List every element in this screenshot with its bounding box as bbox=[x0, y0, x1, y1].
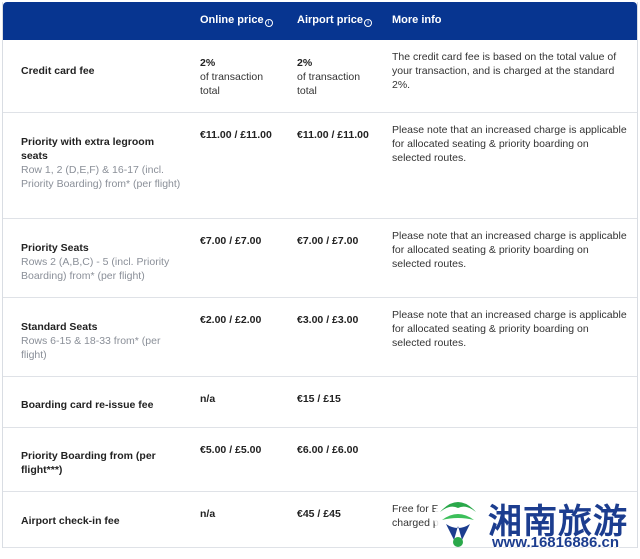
fee-name-cell: Boarding card re-issue fee bbox=[3, 377, 191, 427]
fee-name-cell: Airport check-in fee bbox=[3, 492, 191, 547]
airport-price-cell: €45 / £45 bbox=[287, 492, 382, 547]
header-more-info: More info bbox=[392, 14, 442, 26]
table-row: Standard Seats Rows 6-15 & 18-33 from* (… bbox=[3, 298, 637, 377]
online-price-cell: n/a bbox=[191, 377, 287, 427]
fee-name-cell: Priority with extra legroom seats Row 1,… bbox=[3, 113, 191, 218]
table-row: Priority Seats Rows 2 (A,B,C) - 5 (incl.… bbox=[3, 219, 637, 298]
online-price-cell: n/a bbox=[191, 492, 287, 547]
fee-name: Credit card fee bbox=[21, 65, 95, 77]
watermark: 湘南旅游 www.16816886.cn bbox=[432, 490, 638, 556]
online-price-cell: €2.00 / £2.00 bbox=[191, 298, 287, 376]
fee-name: Standard Seats bbox=[21, 321, 98, 333]
airport-price: €7.00 / £7.00 bbox=[297, 235, 359, 247]
more-info-cell: Please note that an increased charge is … bbox=[382, 298, 637, 376]
info-icon[interactable]: i bbox=[264, 19, 273, 27]
info-icon[interactable]: i bbox=[364, 19, 373, 27]
more-info-text: Please note that an increased charge is … bbox=[392, 309, 627, 349]
airport-price-cell: €6.00 / £6.00 bbox=[287, 428, 382, 491]
fee-name: Priority with extra legroom seats bbox=[21, 136, 155, 162]
airport-price: €45 / £45 bbox=[297, 508, 341, 520]
fees-table: Online price i Airport price i More info… bbox=[2, 2, 638, 548]
fee-name: Priority Seats bbox=[21, 242, 89, 254]
fee-name-cell: Priority Seats Rows 2 (A,B,C) - 5 (incl.… bbox=[3, 219, 191, 297]
online-price: n/a bbox=[200, 393, 216, 405]
table-header: Online price i Airport price i More info bbox=[3, 2, 637, 40]
airport-price: €6.00 / £6.00 bbox=[297, 444, 359, 456]
online-price: €11.00 / £11.00 bbox=[200, 129, 272, 141]
airport-price: €3.00 / £3.00 bbox=[297, 314, 359, 326]
airport-price-cell: €3.00 / £3.00 bbox=[287, 298, 382, 376]
airport-price: €15 / £15 bbox=[297, 393, 341, 405]
fee-name-cell: Standard Seats Rows 6-15 & 18-33 from* (… bbox=[3, 298, 191, 376]
fee-name: Priority Boarding from (per flight***) bbox=[21, 450, 156, 476]
fee-name: Airport check-in fee bbox=[21, 515, 120, 527]
airport-price: 2% bbox=[297, 57, 313, 69]
airport-price-note: of transaction total bbox=[297, 71, 361, 97]
online-price: €7.00 / £7.00 bbox=[200, 235, 262, 247]
header-online-price-label: Online price bbox=[200, 14, 264, 26]
airport-price-cell: 2% of transaction total bbox=[287, 40, 382, 112]
table-row: Priority with extra legroom seats Row 1,… bbox=[3, 113, 637, 219]
table-row: Priority Boarding from (per flight***) €… bbox=[3, 428, 637, 492]
more-info-cell bbox=[382, 377, 637, 427]
fee-description: Rows 2 (A,B,C) - 5 (incl. Priority Board… bbox=[21, 256, 170, 282]
online-price: n/a bbox=[200, 508, 216, 520]
online-price-cell: €7.00 / £7.00 bbox=[191, 219, 287, 297]
more-info-cell bbox=[382, 428, 637, 491]
fee-name-cell: Priority Boarding from (per flight***) bbox=[3, 428, 191, 491]
header-airport-price: Airport price i bbox=[287, 2, 382, 40]
more-info-cell: Please note that an increased charge is … bbox=[382, 113, 637, 218]
watermark-url: www.16816886.cn bbox=[492, 534, 620, 551]
more-info-cell: The credit card fee is based on the tota… bbox=[382, 40, 637, 112]
fee-name-cell: Credit card fee bbox=[3, 40, 191, 112]
more-info-text: Please note that an increased charge is … bbox=[392, 230, 627, 270]
online-price-cell: €5.00 / £5.00 bbox=[191, 428, 287, 491]
online-price: €5.00 / £5.00 bbox=[200, 444, 262, 456]
fee-name: Boarding card re-issue fee bbox=[21, 399, 154, 411]
fee-description: Row 1, 2 (D,E,F) & 16-17 (incl. Priority… bbox=[21, 164, 181, 190]
more-info-cell: Please note that an increased charge is … bbox=[382, 219, 637, 297]
online-price: €2.00 / £2.00 bbox=[200, 314, 262, 326]
header-fee-column bbox=[3, 2, 191, 40]
online-price-cell: €11.00 / £11.00 bbox=[191, 113, 287, 218]
airport-price: €11.00 / £11.00 bbox=[297, 129, 369, 141]
header-online-price: Online price i bbox=[191, 2, 287, 40]
online-price-cell: 2% of transaction total bbox=[191, 40, 287, 112]
table-row: Credit card fee 2% of transaction total … bbox=[3, 40, 637, 113]
table-row: Boarding card re-issue fee n/a €15 / £15 bbox=[3, 377, 637, 428]
watermark-logo-icon bbox=[434, 494, 482, 547]
online-price: 2% bbox=[200, 57, 216, 69]
fee-description: Rows 6-15 & 18-33 from* (per flight) bbox=[21, 335, 161, 361]
airport-price-cell: €7.00 / £7.00 bbox=[287, 219, 382, 297]
more-info-text: Please note that an increased charge is … bbox=[392, 124, 627, 164]
header-airport-price-label: Airport price bbox=[297, 14, 364, 26]
airport-price-cell: €11.00 / £11.00 bbox=[287, 113, 382, 218]
more-info-text: The credit card fee is based on the tota… bbox=[392, 51, 617, 91]
online-price-note: of transaction total bbox=[200, 71, 264, 97]
airport-price-cell: €15 / £15 bbox=[287, 377, 382, 427]
